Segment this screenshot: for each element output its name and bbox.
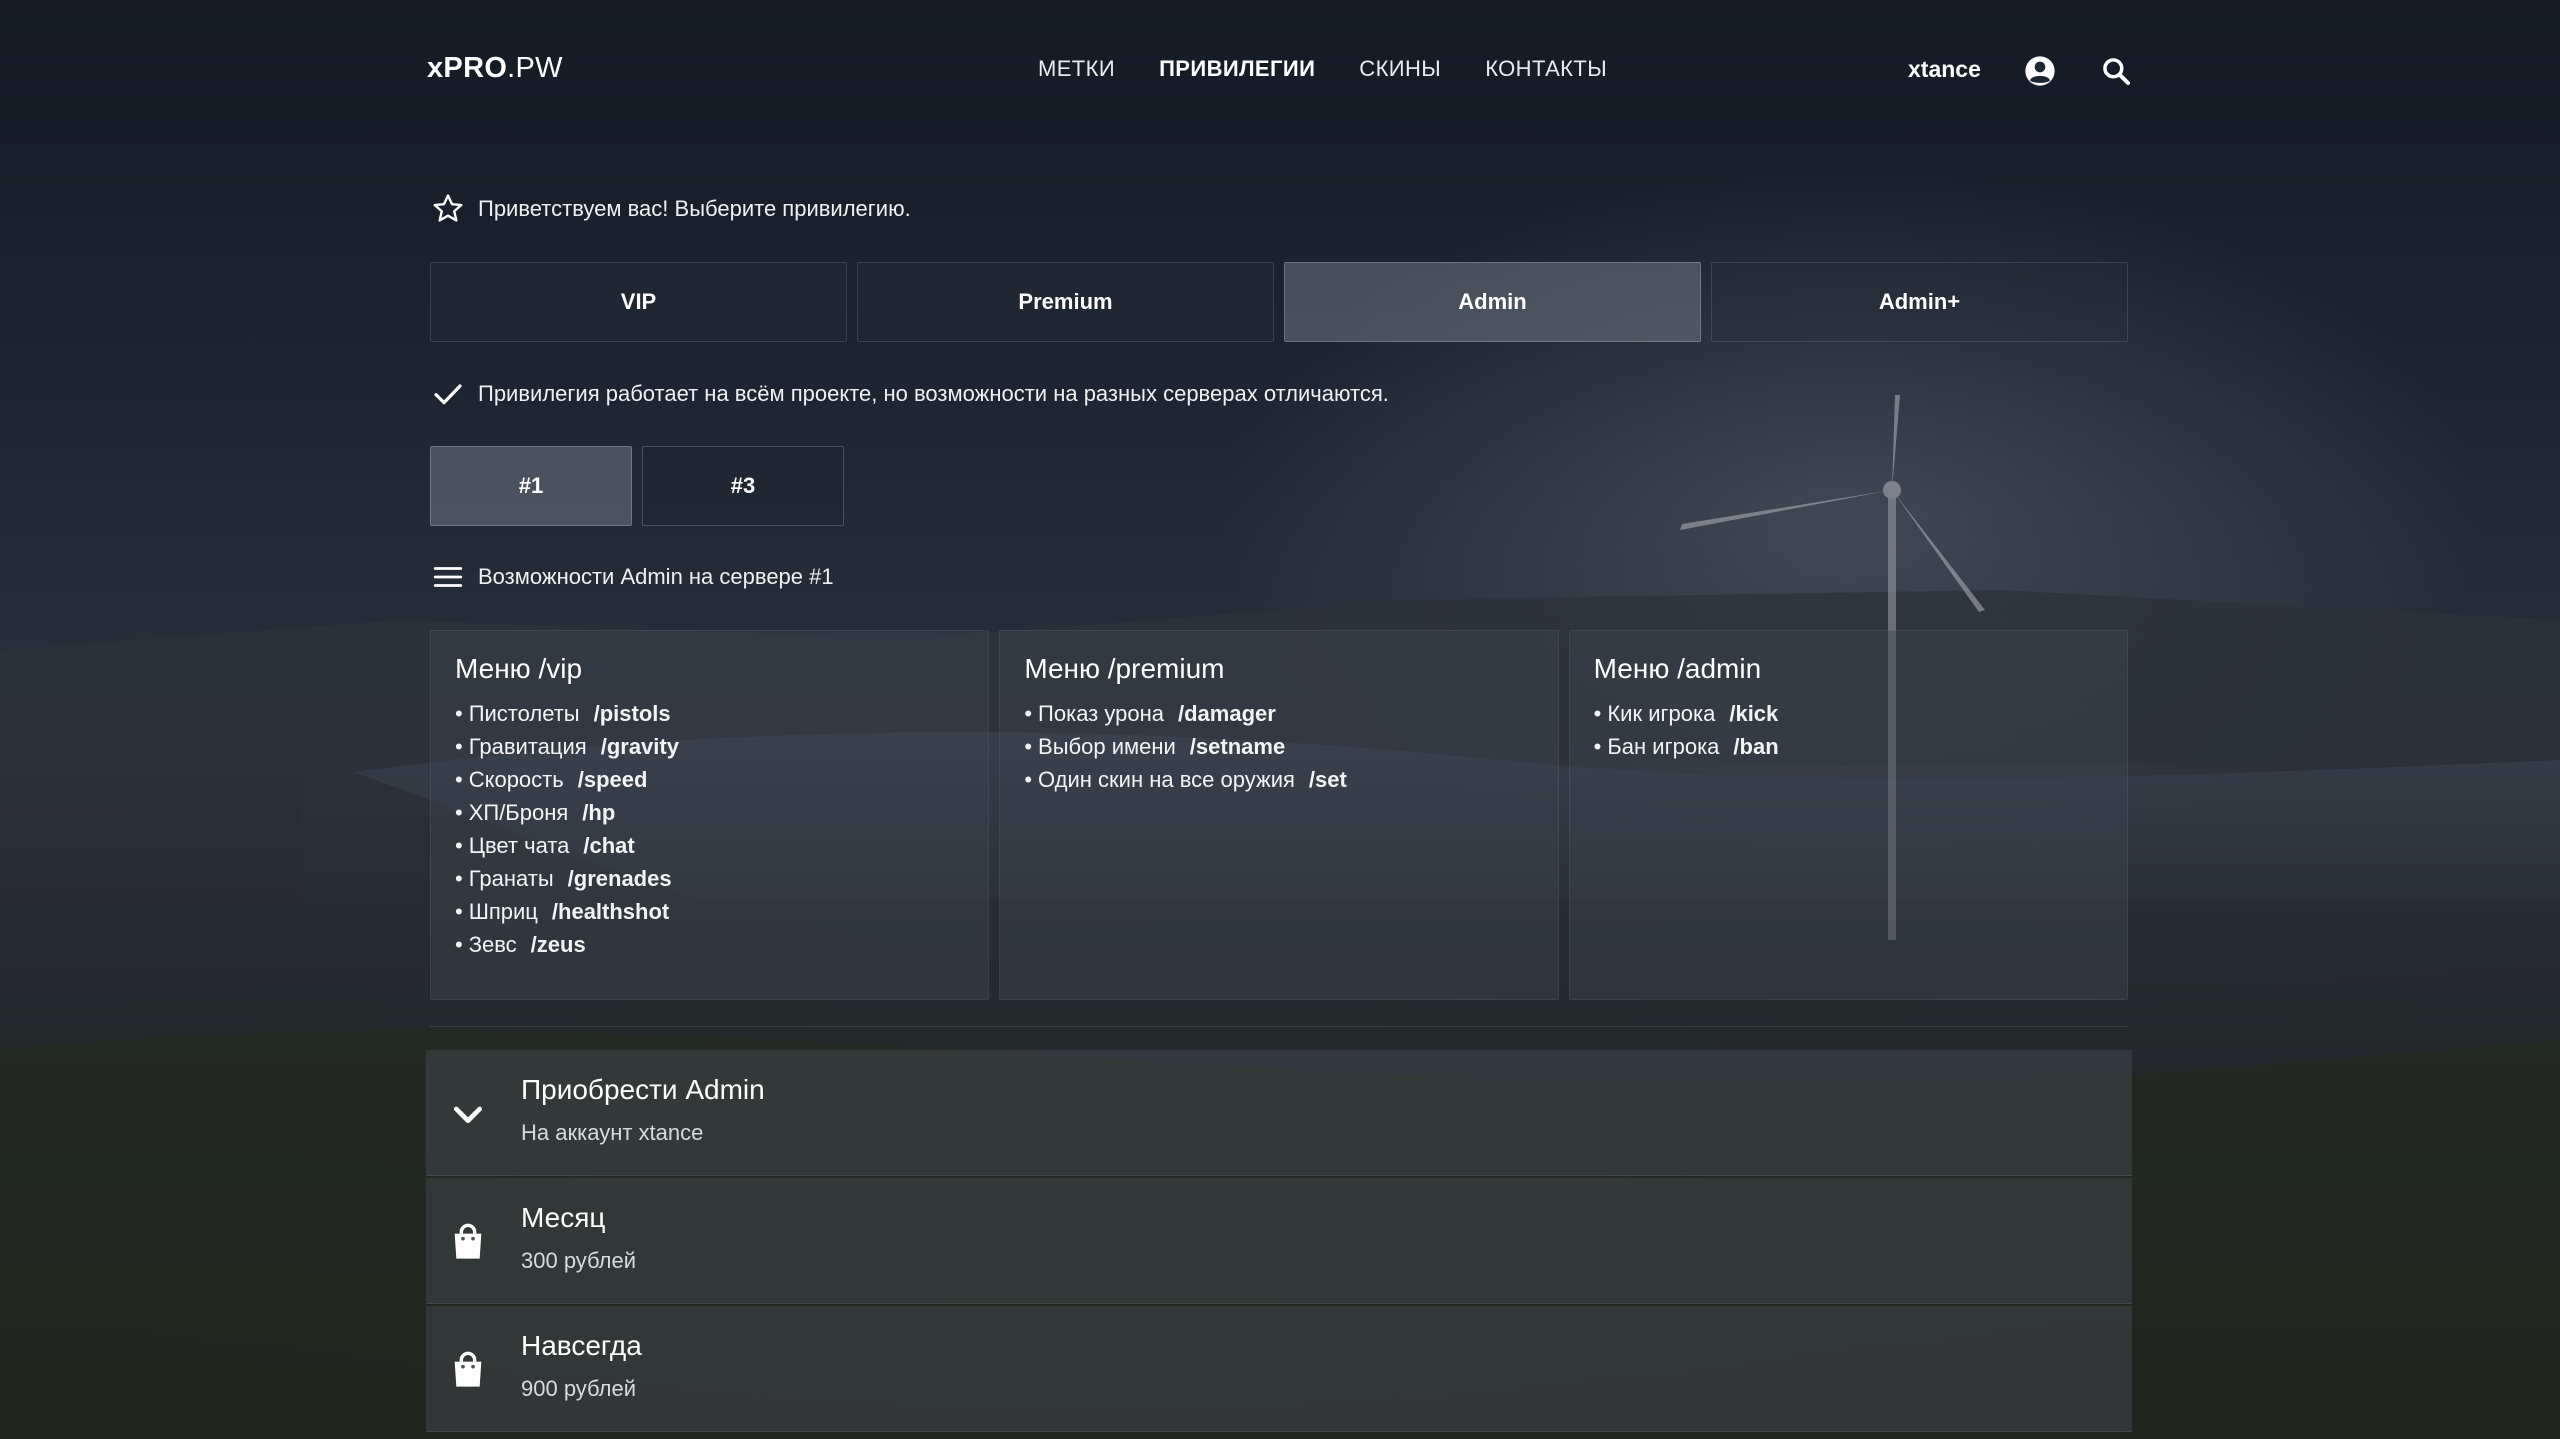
list-item: • Гранаты/grenades	[455, 866, 672, 891]
features-heading-text: Возможности Admin на сервере #1	[478, 564, 834, 589]
purchase-header[interactable]: Приобрести Admin На аккаунт xtance	[426, 1050, 2132, 1176]
greeting-text: Приветствуем вас! Выберите привилегию.	[478, 196, 911, 221]
purchase-subtitle: На аккаунт xtance	[521, 1120, 704, 1145]
purchase-title: Приобрести Admin	[521, 1074, 765, 1105]
list-item: • Кик игрока/kick	[1593, 701, 1779, 726]
list-item: • Гравитация/gravity	[455, 734, 679, 759]
list-item: • Зевс/zeus	[455, 932, 586, 957]
tab-admin[interactable]: Admin	[1284, 262, 1701, 342]
menu-icon	[430, 559, 466, 595]
purchase-option-month[interactable]: Месяц 300 рублей	[426, 1178, 2132, 1304]
option-title: Месяц	[521, 1202, 606, 1233]
card-premium-menu: Меню /premium • Показ урона/damager • Выбо…	[999, 630, 1559, 1000]
purchase-panel: Приобрести Admin На аккаунт xtance Месяц…	[426, 1050, 2132, 1439]
list-item: • Один скин на все оружия/set	[1024, 767, 1347, 792]
username-link[interactable]: xtance	[1908, 56, 1981, 83]
features-heading: Возможности Admin на сервере #1	[430, 559, 834, 595]
purchase-option-forever[interactable]: Навсегда 900 рублей	[426, 1306, 2132, 1432]
privilege-tabs: VIP Premium Admin Admin+	[430, 262, 2128, 342]
server-selector: #1 #3	[430, 446, 844, 526]
logo-bold: xPRO	[427, 52, 508, 84]
nav-item-privileges[interactable]: ПРИВИЛЕГИИ	[1159, 56, 1315, 82]
section-divider	[430, 1026, 2128, 1027]
shopping-bag-icon	[454, 1351, 482, 1387]
nav-item-metki[interactable]: МЕТКИ	[1038, 56, 1115, 82]
notice-row: Привилегия работает на всём проекте, но …	[430, 376, 1389, 412]
site-logo[interactable]: xPRO.PW	[427, 52, 563, 85]
star-outline-icon	[430, 191, 466, 227]
tab-premium[interactable]: Premium	[857, 262, 1274, 342]
tab-vip[interactable]: VIP	[430, 262, 847, 342]
account-circle-icon[interactable]	[2024, 55, 2056, 87]
list-item: • ХП/Броня/hp	[455, 800, 616, 825]
checkmark-icon	[430, 376, 466, 412]
option-title: Навсегда	[521, 1330, 642, 1361]
feature-cards: Меню /vip • Пистолеты/pistols • Гравитация…	[430, 630, 2128, 1000]
card-title: Меню /premium	[1024, 653, 1225, 684]
option-price: 300 рублей	[521, 1248, 637, 1273]
card-vip-menu: Меню /vip • Пистолеты/pistols • Гравитация…	[430, 630, 990, 1000]
option-price: 900 рублей	[521, 1376, 637, 1401]
list-item: • Цвет чата/chat	[455, 833, 635, 858]
card-title: Меню /admin	[1593, 653, 1762, 684]
nav-item-contacts[interactable]: КОНТАКТЫ	[1485, 56, 1607, 82]
top-navbar: xPRO.PW МЕТКИ ПРИВИЛЕГИИ СКИНЫ КОНТАКТЫ …	[0, 0, 2560, 140]
list-item: • Скорость/speed	[455, 767, 648, 792]
notice-text: Привилегия работает на всём проекте, но …	[478, 381, 1389, 406]
card-admin-menu: Меню /admin • Кик игрока/kick • Бан игрока…	[1568, 630, 2128, 1000]
list-item: • Бан игрока/ban	[1593, 734, 1779, 759]
shopping-bag-icon	[454, 1223, 482, 1259]
server-button-3[interactable]: #3	[642, 446, 844, 526]
card-title: Меню /vip	[455, 653, 583, 684]
chevron-down-icon[interactable]	[448, 1094, 488, 1134]
logo-light: .PW	[507, 52, 563, 84]
main-nav: МЕТКИ ПРИВИЛЕГИИ СКИНЫ КОНТАКТЫ	[1038, 56, 1651, 82]
server-button-1[interactable]: #1	[430, 446, 632, 526]
nav-item-skins[interactable]: СКИНЫ	[1359, 56, 1441, 82]
list-item: • Пистолеты/pistols	[455, 701, 671, 726]
tab-admin-plus[interactable]: Admin+	[1711, 262, 2128, 342]
greeting-row: Приветствуем вас! Выберите привилегию.	[430, 191, 911, 227]
list-item: • Показ урона/damager	[1024, 701, 1276, 726]
search-icon[interactable]	[2100, 55, 2132, 87]
list-item: • Выбор имени/setname	[1024, 734, 1286, 759]
list-item: • Шприц/healthshot	[455, 899, 670, 924]
